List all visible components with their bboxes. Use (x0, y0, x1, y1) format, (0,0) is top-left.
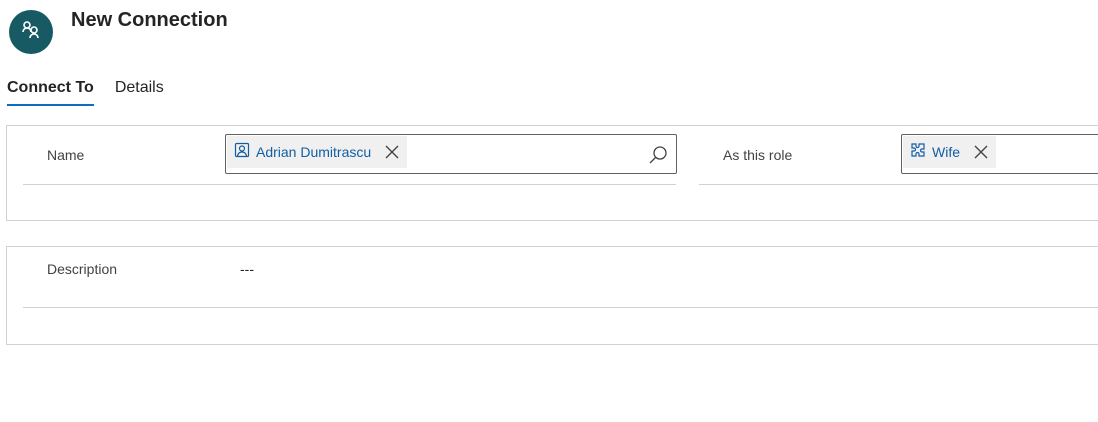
contact-icon (234, 142, 250, 163)
name-remove-button[interactable] (385, 145, 399, 159)
connect-to-section: Name Adrian Dumitrascu As this role Wife (6, 125, 1098, 221)
close-icon (385, 145, 399, 159)
tab-connect-to[interactable]: Connect To (7, 79, 94, 106)
name-row-divider (23, 184, 676, 185)
role-chip[interactable]: Wife (903, 136, 996, 168)
description-label: Description (47, 261, 118, 277)
connection-icon (20, 19, 42, 46)
role-icon (910, 142, 926, 163)
name-chip[interactable]: Adrian Dumitrascu (227, 136, 408, 168)
role-remove-button[interactable] (974, 145, 988, 159)
connection-avatar (9, 10, 53, 54)
search-icon[interactable] (648, 145, 668, 170)
name-lookup-field[interactable]: Adrian Dumitrascu (225, 134, 677, 174)
tab-bar: Connect To Details (7, 79, 185, 106)
name-label: Name (47, 147, 85, 163)
role-label: As this role (723, 147, 793, 163)
role-row-divider (699, 184, 1098, 185)
page-title: New Connection (71, 9, 228, 31)
description-value[interactable]: --- (240, 261, 254, 277)
description-section: Description --- (6, 246, 1098, 345)
description-row-divider (23, 307, 1098, 308)
name-chip-label[interactable]: Adrian Dumitrascu (256, 144, 371, 160)
tab-details[interactable]: Details (115, 79, 164, 106)
close-icon (974, 145, 988, 159)
role-lookup-field[interactable]: Wife (901, 134, 1098, 174)
role-chip-label[interactable]: Wife (932, 144, 960, 160)
